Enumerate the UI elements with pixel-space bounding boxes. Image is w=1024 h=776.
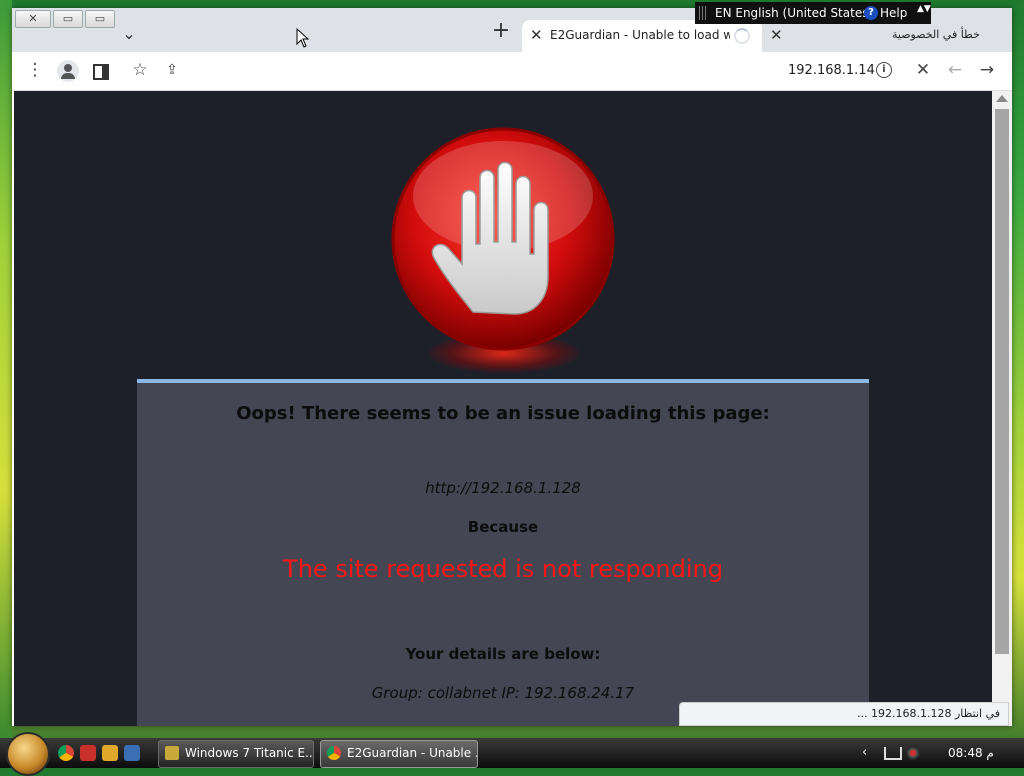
language-bar-options-icon[interactable]: ▲▼ bbox=[917, 5, 931, 14]
chrome-icon bbox=[327, 746, 341, 760]
loading-spinner-icon bbox=[734, 28, 750, 44]
network-icon[interactable] bbox=[884, 747, 902, 760]
taskbar-button-label: Windows 7 Titanic E... bbox=[185, 746, 314, 760]
tab-title: E2Guardian - Unable to load web page bbox=[550, 28, 730, 42]
share-icon[interactable]: ⇪ bbox=[161, 62, 183, 78]
scroll-up-icon[interactable] bbox=[996, 95, 1008, 102]
show-hidden-icons-button[interactable]: ‹ bbox=[862, 745, 867, 760]
help-icon[interactable]: ? bbox=[864, 6, 878, 20]
menu-icon[interactable]: ⋮ bbox=[24, 60, 46, 80]
side-panel-icon[interactable] bbox=[93, 64, 109, 80]
page-scrollbar[interactable] bbox=[992, 91, 1012, 726]
minimize-window-button[interactable]: ▭ bbox=[85, 10, 115, 28]
quicklaunch-app-icon[interactable] bbox=[80, 745, 96, 761]
taskbar-button-e2guardian[interactable]: E2Guardian - Unable ... bbox=[320, 740, 478, 768]
mouse-cursor-icon bbox=[296, 28, 310, 48]
status-bubble: في انتظار 192.168.1.128 ... bbox=[679, 702, 1009, 726]
tab-close-icon[interactable]: ✕ bbox=[530, 26, 543, 44]
browser-toolbar: ⋮ ☆ ⇪ 192.168.1.14 i ✕ ← → bbox=[12, 52, 1012, 91]
scroll-thumb[interactable] bbox=[995, 109, 1009, 654]
tab2-close-icon[interactable]: ✕ bbox=[770, 26, 783, 44]
language-selector[interactable]: EN English (United States) bbox=[715, 6, 873, 20]
forward-arrow-icon[interactable]: → bbox=[976, 60, 998, 80]
folder-icon[interactable] bbox=[102, 745, 118, 761]
tab-search-button[interactable]: ⌄ bbox=[118, 24, 140, 43]
browser-window: ✕ ▭ ▭ ⌄ + ✕ E2Guardian - Unable to load … bbox=[12, 8, 1012, 726]
help-label[interactable]: Help bbox=[880, 6, 907, 20]
back-arrow-icon[interactable]: ← bbox=[944, 60, 966, 80]
start-button[interactable] bbox=[6, 732, 50, 776]
page-content: Oops! There seems to be an issue loading… bbox=[14, 91, 992, 726]
clock[interactable]: 08:48 م bbox=[948, 746, 994, 760]
tab-e2guardian[interactable]: ✕ E2Guardian - Unable to load web page bbox=[522, 20, 762, 52]
tab-privacy-error[interactable]: خطأ في الخصوصية bbox=[892, 28, 980, 41]
bookmark-star-icon[interactable]: ☆ bbox=[129, 60, 151, 80]
restore-window-button[interactable]: ▭ bbox=[53, 10, 83, 28]
blocked-url: http://192.168.1.128 bbox=[425, 479, 581, 497]
stop-loading-icon[interactable]: ✕ bbox=[912, 60, 934, 80]
close-window-button[interactable]: ✕ bbox=[15, 10, 51, 28]
taskbar-button-windows7[interactable]: Windows 7 Titanic E... bbox=[158, 740, 314, 768]
error-reason: The site requested is not responding bbox=[283, 555, 723, 583]
error-message-box: Oops! There seems to be an issue loading… bbox=[137, 379, 869, 726]
desktop-edge bbox=[0, 0, 12, 738]
grip-icon[interactable] bbox=[699, 6, 707, 20]
details-line: Group: collabnet IP: 192.168.24.17 bbox=[371, 684, 635, 702]
show-desktop-icon[interactable] bbox=[124, 745, 140, 761]
details-heading: Your details are below: bbox=[405, 645, 601, 663]
because-label: Because bbox=[467, 518, 539, 536]
profile-icon[interactable] bbox=[57, 60, 79, 82]
volume-icon[interactable] bbox=[906, 746, 920, 760]
taskbar-button-label: E2Guardian - Unable ... bbox=[347, 746, 478, 760]
window-controls: ✕ ▭ ▭ bbox=[15, 10, 115, 28]
new-tab-button[interactable]: + bbox=[490, 20, 512, 42]
site-info-icon[interactable]: i bbox=[876, 62, 892, 78]
taskbar: Windows 7 Titanic E... E2Guardian - Unab… bbox=[0, 732, 1024, 776]
stop-hand-icon bbox=[391, 127, 615, 351]
chrome-icon[interactable] bbox=[58, 745, 74, 761]
language-bar: EN English (United States) ? Help ▲▼ bbox=[695, 2, 931, 24]
error-heading: Oops! There seems to be an issue loading… bbox=[236, 403, 770, 424]
address-bar-url[interactable]: 192.168.1.14 bbox=[788, 63, 875, 78]
app-icon bbox=[165, 746, 179, 760]
